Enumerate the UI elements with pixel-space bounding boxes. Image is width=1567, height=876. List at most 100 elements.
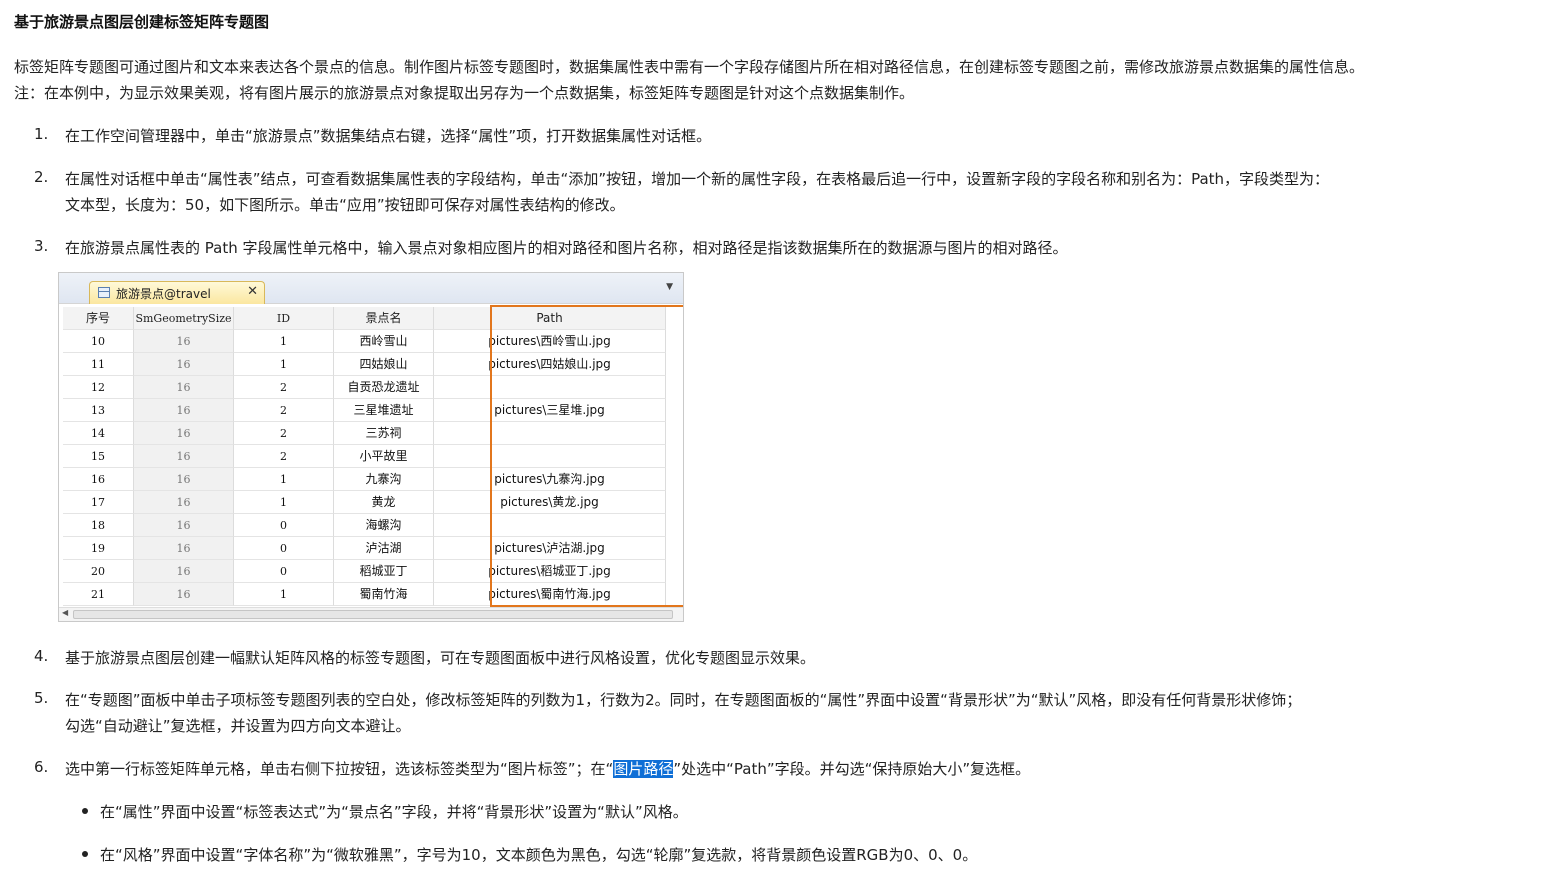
- step-number: 4.: [34, 647, 49, 665]
- step-text: 在旅游景点属性表的 Path 字段属性单元格中，输入景点对象相应图片的相对路径和…: [65, 239, 1068, 257]
- geometry-size-cell[interactable]: 16: [134, 537, 234, 560]
- tab-label: 旅游景点@travel: [116, 287, 211, 301]
- tab-travel-dataset[interactable]: 旅游景点@travel ✕: [89, 281, 265, 304]
- step-number: 3.: [34, 237, 49, 255]
- serial-cell[interactable]: 17: [63, 491, 134, 514]
- step-text: 勾选“自动避让”复选框，并设置为四方向文本避让。: [65, 717, 411, 735]
- column-header[interactable]: ID: [234, 307, 334, 330]
- tab-bar: 旅游景点@travel ✕ ▼: [59, 273, 683, 304]
- attribute-table-screenshot: 旅游景点@travel ✕ ▼ 序号 SmGeometrySize ID 景点名 Pat…: [58, 272, 684, 622]
- bullet-dot: [82, 808, 88, 814]
- id-cell[interactable]: 2: [234, 376, 334, 399]
- column-header[interactable]: 序号: [63, 307, 134, 330]
- page-title: 基于旅游景点图层创建标签矩阵专题图: [14, 13, 270, 31]
- path-cell[interactable]: [434, 445, 666, 468]
- document-page: 基于旅游景点图层创建标签矩阵专题图 标签矩阵专题图可通过图片和文本来表达各个景点…: [0, 0, 1567, 876]
- serial-cell[interactable]: 10: [63, 330, 134, 353]
- scroll-left-icon[interactable]: ◀: [62, 608, 68, 617]
- chevron-down-icon[interactable]: ▼: [666, 282, 673, 292]
- serial-cell[interactable]: 14: [63, 422, 134, 445]
- path-cell[interactable]: [434, 422, 666, 445]
- step-text: 基于旅游景点图层创建一幅默认矩阵风格的标签专题图，可在专题图面板中进行风格设置，…: [65, 649, 816, 667]
- step-text: 选中第一行标签矩阵单元格，单击右侧下拉按钮，选该标签类型为“图片标签”；在“图片…: [65, 758, 1030, 779]
- path-cell[interactable]: [434, 376, 666, 399]
- serial-cell[interactable]: 12: [63, 376, 134, 399]
- geometry-size-cell[interactable]: 16: [134, 468, 234, 491]
- geometry-size-cell[interactable]: 16: [134, 399, 234, 422]
- id-cell[interactable]: 0: [234, 560, 334, 583]
- column-header[interactable]: 景点名: [334, 307, 434, 330]
- serial-cell[interactable]: 21: [63, 583, 134, 606]
- id-cell[interactable]: 2: [234, 445, 334, 468]
- step-number: 1.: [34, 125, 49, 143]
- column-header[interactable]: SmGeometrySize: [134, 307, 234, 330]
- path-cell[interactable]: pictures\西岭雪山.jpg: [434, 330, 666, 353]
- id-cell[interactable]: 2: [234, 422, 334, 445]
- path-cell[interactable]: pictures\稻城亚丁.jpg: [434, 560, 666, 583]
- geometry-size-cell[interactable]: 16: [134, 353, 234, 376]
- name-cell[interactable]: 九寨沟: [334, 468, 434, 491]
- id-cell[interactable]: 2: [234, 399, 334, 422]
- serial-cell[interactable]: 19: [63, 537, 134, 560]
- scrollbar-thumb[interactable]: [73, 610, 673, 619]
- intro-note: 注：在本例中，为显示效果美观，将有图片展示的旅游景点对象提取出另存为一个点数据集…: [14, 84, 915, 102]
- bullet-text: 在“风格”界面中设置“字体名称”为“微软雅黑”，字号为10，文本颜色为黑色，勾选…: [100, 846, 978, 864]
- serial-cell[interactable]: 13: [63, 399, 134, 422]
- name-cell[interactable]: 四姑娘山: [334, 353, 434, 376]
- step-number: 5.: [34, 689, 49, 707]
- id-cell[interactable]: 0: [234, 537, 334, 560]
- selected-text[interactable]: 图片路径: [613, 760, 674, 778]
- path-cell[interactable]: pictures\泸沽湖.jpg: [434, 537, 666, 560]
- path-cell[interactable]: [434, 514, 666, 537]
- name-cell[interactable]: 海螺沟: [334, 514, 434, 537]
- path-cell[interactable]: pictures\四姑娘山.jpg: [434, 353, 666, 376]
- horizontal-scrollbar[interactable]: ◀: [59, 607, 683, 621]
- geometry-size-cell[interactable]: 16: [134, 560, 234, 583]
- id-cell[interactable]: 0: [234, 514, 334, 537]
- step-text-before: 选中第一行标签矩阵单元格，单击右侧下拉按钮，选该标签类型为“图片标签”；在“: [65, 760, 614, 778]
- id-cell[interactable]: 1: [234, 330, 334, 353]
- name-cell[interactable]: 蜀南竹海: [334, 583, 434, 606]
- path-cell[interactable]: pictures\九寨沟.jpg: [434, 468, 666, 491]
- step-text: 在属性对话框中单击“属性表”结点，可查看数据集属性表的字段结构，单击“添加”按钮…: [65, 170, 1330, 188]
- serial-cell[interactable]: 15: [63, 445, 134, 468]
- close-icon[interactable]: ✕: [247, 284, 258, 299]
- intro-paragraph: 标签矩阵专题图可通过图片和文本来表达各个景点的信息。制作图片标签专题图时，数据集…: [14, 58, 1365, 76]
- name-cell[interactable]: 自贡恐龙遗址: [334, 376, 434, 399]
- step-text: 文本型，长度为：50，如下图所示。单击“应用”按钮即可保存对属性表结构的修改。: [65, 196, 625, 214]
- id-cell[interactable]: 1: [234, 583, 334, 606]
- geometry-size-cell[interactable]: 16: [134, 330, 234, 353]
- name-cell[interactable]: 黄龙: [334, 491, 434, 514]
- name-cell[interactable]: 稻城亚丁: [334, 560, 434, 583]
- step-text: 在工作空间管理器中，单击“旅游景点”数据集结点右键，选择“属性”项，打开数据集属…: [65, 127, 712, 145]
- id-cell[interactable]: 1: [234, 468, 334, 491]
- bullet-text: 在“属性”界面中设置“标签表达式”为“景点名”字段，并将“背景形状”设置为“默认…: [100, 803, 688, 821]
- id-cell[interactable]: 1: [234, 353, 334, 376]
- name-cell[interactable]: 三星堆遗址: [334, 399, 434, 422]
- path-cell[interactable]: pictures\黄龙.jpg: [434, 491, 666, 514]
- table-icon: [98, 287, 110, 298]
- step-number: 6.: [34, 758, 49, 776]
- name-cell[interactable]: 三苏祠: [334, 422, 434, 445]
- serial-cell[interactable]: 11: [63, 353, 134, 376]
- geometry-size-cell[interactable]: 16: [134, 422, 234, 445]
- name-cell[interactable]: 小平故里: [334, 445, 434, 468]
- name-cell[interactable]: 西岭雪山: [334, 330, 434, 353]
- name-cell[interactable]: 泸沽湖: [334, 537, 434, 560]
- bullet-dot: [82, 851, 88, 857]
- serial-cell[interactable]: 16: [63, 468, 134, 491]
- path-cell[interactable]: pictures\三星堆.jpg: [434, 399, 666, 422]
- step-number: 2.: [34, 168, 49, 186]
- step-text: 在“专题图”面板中单击子项标签专题图列表的空白处，修改标签矩阵的列数为1，行数为…: [65, 691, 1302, 709]
- serial-cell[interactable]: 20: [63, 560, 134, 583]
- geometry-size-cell[interactable]: 16: [134, 376, 234, 399]
- geometry-size-cell[interactable]: 16: [134, 514, 234, 537]
- geometry-size-cell[interactable]: 16: [134, 583, 234, 606]
- path-cell[interactable]: pictures\蜀南竹海.jpg: [434, 583, 666, 606]
- column-header[interactable]: Path: [434, 307, 666, 330]
- id-cell[interactable]: 1: [234, 491, 334, 514]
- geometry-size-cell[interactable]: 16: [134, 491, 234, 514]
- step-text-after: ”处选中“Path”字段。并勾选“保持原始大小”复选框。: [673, 760, 1031, 778]
- serial-cell[interactable]: 18: [63, 514, 134, 537]
- geometry-size-cell[interactable]: 16: [134, 445, 234, 468]
